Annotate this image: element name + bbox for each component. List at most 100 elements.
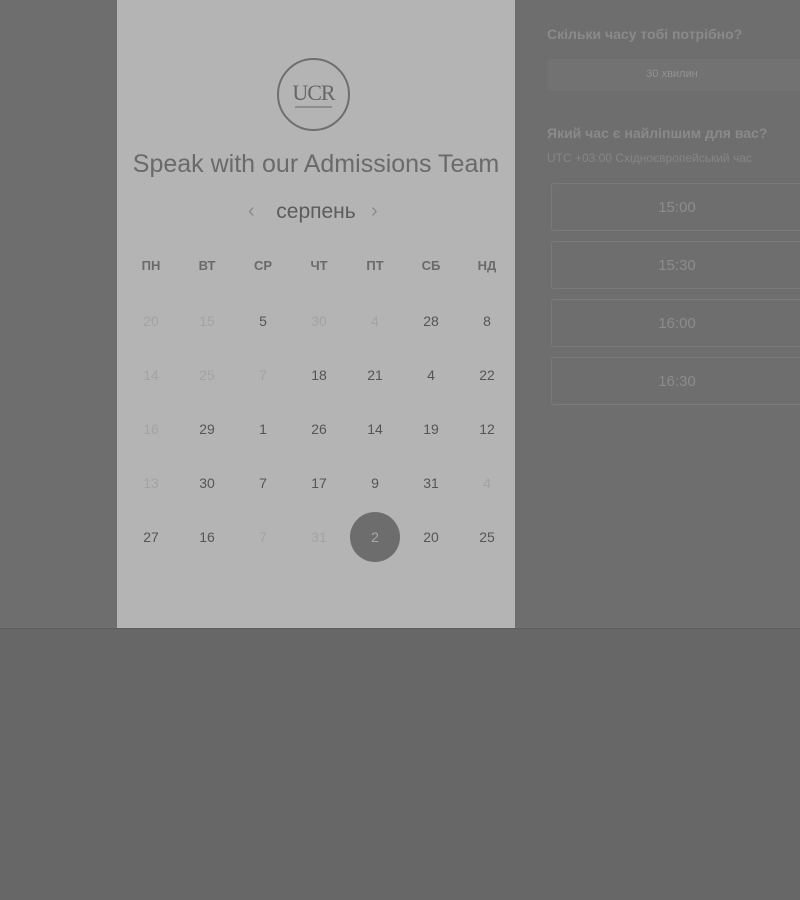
day-number: 19 xyxy=(423,421,439,437)
day-number: 29 xyxy=(199,421,215,437)
calendar-day[interactable]: 26 xyxy=(291,402,347,456)
calendar-day: 15 xyxy=(179,294,235,348)
day-number: 31 xyxy=(311,529,327,545)
calendar-day[interactable]: 22 xyxy=(459,348,515,402)
time-slot-button[interactable]: 16:00 xyxy=(551,299,800,347)
ucr-logo: UCR xyxy=(277,58,350,131)
day-number: 1 xyxy=(259,421,267,437)
calendar-day[interactable]: 29 xyxy=(179,402,235,456)
weekday-label: ВТ xyxy=(198,258,216,273)
calendar-day[interactable]: 28 xyxy=(403,294,459,348)
day-number: 30 xyxy=(199,475,215,491)
chevron-right-icon[interactable]: › xyxy=(371,198,378,224)
calendar-day[interactable]: 14 xyxy=(347,402,403,456)
time-slot-label: 15:30 xyxy=(658,257,696,274)
calendar-day[interactable]: 5 xyxy=(235,294,291,348)
day-number: 30 xyxy=(311,313,327,329)
day-number: 2 xyxy=(371,529,379,545)
calendar-day[interactable]: 12 xyxy=(459,402,515,456)
calendar-day: 20 xyxy=(123,294,179,348)
day-number: 25 xyxy=(199,367,215,383)
divider xyxy=(0,628,800,629)
day-number: 21 xyxy=(367,367,383,383)
day-number: 13 xyxy=(143,475,159,491)
day-number: 20 xyxy=(143,313,159,329)
calendar-day[interactable]: 8 xyxy=(459,294,515,348)
day-number: 4 xyxy=(371,313,379,329)
calendar-day: 25 xyxy=(179,348,235,402)
day-number: 16 xyxy=(143,421,159,437)
calendar-day[interactable]: 31 xyxy=(403,456,459,510)
calendar-day[interactable]: 27 xyxy=(123,510,179,564)
calendar-day: 7 xyxy=(235,510,291,564)
day-number: 7 xyxy=(259,529,267,545)
calendar-day[interactable]: 4 xyxy=(403,348,459,402)
time-slot-label: 16:30 xyxy=(658,373,696,390)
calendar-day[interactable]: 7 xyxy=(235,456,291,510)
weekday-label: СР xyxy=(253,258,273,273)
day-number: 27 xyxy=(143,529,159,545)
time-selection-panel: Скільки часу тобі потрібно? 30 хвилин Як… xyxy=(547,0,800,628)
calendar-day[interactable]: 19 xyxy=(403,402,459,456)
day-number: 7 xyxy=(259,475,267,491)
day-number: 25 xyxy=(479,529,495,545)
timezone-label: UTC +03:00 Східноєвропейський час xyxy=(547,151,752,165)
calendar-day[interactable]: 16 xyxy=(179,510,235,564)
logo-text: UCR xyxy=(292,80,335,105)
time-question: Який час є найліпшим для вас? xyxy=(547,125,768,141)
logo-underline xyxy=(295,106,332,108)
day-number: 9 xyxy=(371,475,379,491)
calendar-day: 31 xyxy=(291,510,347,564)
day-number: 8 xyxy=(483,313,491,329)
time-slot-button[interactable]: 15:30 xyxy=(551,241,800,289)
calendar-day: 16 xyxy=(123,402,179,456)
duration-value: 30 хвилин xyxy=(646,68,698,80)
calendar-day[interactable]: 25 xyxy=(459,510,515,564)
calendar-day: 13 xyxy=(123,456,179,510)
day-number: 14 xyxy=(143,367,159,383)
day-number: 7 xyxy=(259,367,267,383)
calendar-day: 30 xyxy=(291,294,347,348)
weekday-label: СБ xyxy=(421,258,441,273)
duration-select[interactable]: 30 хвилин xyxy=(547,59,800,91)
day-number: 22 xyxy=(479,367,495,383)
day-number: 16 xyxy=(199,529,215,545)
time-slot-label: 16:00 xyxy=(658,315,696,332)
calendar-day: 4 xyxy=(459,456,515,510)
day-number: 5 xyxy=(259,313,267,329)
weekday-label: НД xyxy=(477,258,497,273)
calendar-day[interactable]: 20 xyxy=(403,510,459,564)
selected-day[interactable]: 2 xyxy=(347,510,403,564)
time-slot-button[interactable]: 15:00 xyxy=(551,183,800,231)
day-number: 20 xyxy=(423,529,439,545)
calendar-card: UCR Speak with our Admissions Team ‹ сер… xyxy=(117,0,515,628)
month-navigation: ‹ серпень › xyxy=(117,198,515,226)
weekday-label: ПН xyxy=(141,258,161,273)
calendar-day: 7 xyxy=(235,348,291,402)
day-number: 12 xyxy=(479,421,495,437)
calendar-day[interactable]: 21 xyxy=(347,348,403,402)
day-number: 4 xyxy=(483,475,491,491)
calendar-day: 4 xyxy=(347,294,403,348)
calendar-day[interactable]: 9 xyxy=(347,456,403,510)
calendar-day[interactable]: 1 xyxy=(235,402,291,456)
day-number: 4 xyxy=(427,367,435,383)
calendar-grid: 20 15 5 30 4 28 8 14 25 7 18 21 4 22 16 29 1 26 14 19 12 13 30… xyxy=(123,294,515,564)
chevron-left-icon[interactable]: ‹ xyxy=(248,198,255,224)
day-number: 26 xyxy=(311,421,327,437)
calendar-day[interactable]: 18 xyxy=(291,348,347,402)
day-number: 15 xyxy=(199,313,215,329)
card-title: Speak with our Admissions Team xyxy=(132,150,500,178)
calendar-day[interactable]: 17 xyxy=(291,456,347,510)
calendar-day: 14 xyxy=(123,348,179,402)
time-slot-label: 15:00 xyxy=(658,199,696,216)
day-number: 14 xyxy=(367,421,383,437)
day-number: 28 xyxy=(423,313,439,329)
month-label: серпень xyxy=(276,200,356,223)
weekday-header: ПН ВТ СР ЧТ ПТ СБ НД xyxy=(123,258,515,276)
day-number: 31 xyxy=(423,475,439,491)
time-slot-button[interactable]: 16:30 xyxy=(551,357,800,405)
day-number: 18 xyxy=(311,367,327,383)
calendar-day[interactable]: 30 xyxy=(179,456,235,510)
duration-question: Скільки часу тобі потрібно? xyxy=(547,26,743,42)
